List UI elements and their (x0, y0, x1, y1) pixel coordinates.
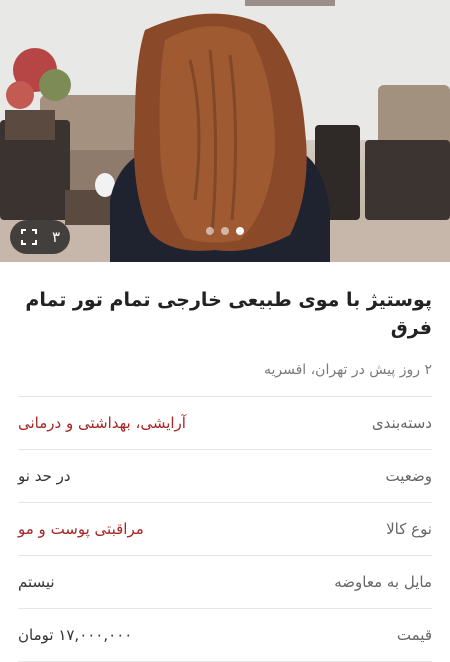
gallery-count-button[interactable]: ۳ (10, 220, 70, 254)
category-link[interactable]: آرایشی، بهداشتی و درمانی (18, 414, 186, 432)
detail-row-condition: وضعیت در حد نو (18, 450, 432, 503)
listing-photo[interactable]: ۳ (0, 0, 450, 262)
price-value: ۱۷,۰۰۰,۰۰۰ تومان (18, 626, 133, 644)
carousel-dot-active[interactable] (236, 227, 244, 235)
detail-label: دسته‌بندی (371, 414, 432, 432)
detail-label: مایل به معاوضه (334, 573, 432, 591)
carousel-indicators (0, 227, 450, 235)
listing-meta: ۲ روز پیش در تهران، افسریه (18, 360, 432, 397)
detail-label: وضعیت (385, 467, 432, 485)
listing-content: پوستیژ با موی طبیعی خارجی تمام تور تمام … (0, 262, 450, 662)
detail-row-price: قیمت ۱۷,۰۰۰,۰۰۰ تومان (18, 609, 432, 662)
detail-label: قیمت (396, 626, 432, 644)
carousel-dot[interactable] (221, 227, 229, 235)
listing-title: پوستیژ با موی طبیعی خارجی تمام تور تمام … (25, 289, 432, 339)
details-list: دسته‌بندی آرایشی، بهداشتی و درمانی وضعیت… (18, 397, 432, 662)
photo-scene-image (0, 0, 450, 262)
detail-value: نیستم (18, 573, 55, 591)
detail-row-category: دسته‌بندی آرایشی، بهداشتی و درمانی (18, 397, 432, 450)
detail-label: نوع کالا (386, 520, 432, 538)
product-type-link[interactable]: مراقبتی پوست و مو (18, 520, 144, 538)
detail-value: در حد نو (18, 467, 71, 485)
detail-row-exchange: مایل به معاوضه نیستم (18, 556, 432, 609)
detail-row-product-type: نوع کالا مراقبتی پوست و مو (18, 503, 432, 556)
carousel-dot[interactable] (206, 227, 214, 235)
